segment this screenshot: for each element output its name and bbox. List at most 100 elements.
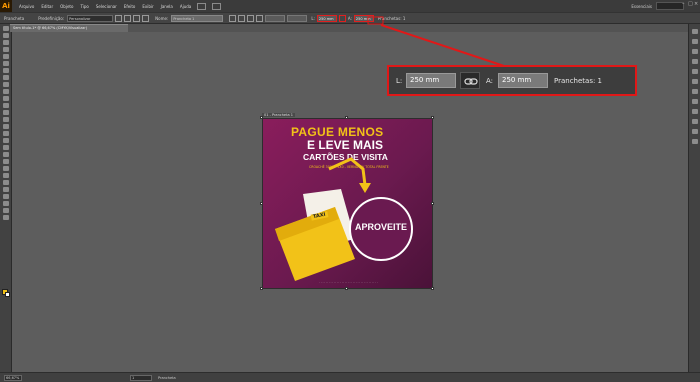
height-input[interactable]: 250 mm bbox=[353, 14, 374, 22]
blob-brush-tool-icon[interactable] bbox=[2, 96, 9, 101]
menu-editar[interactable]: Editar bbox=[41, 4, 53, 9]
column-graph-tool-icon[interactable] bbox=[2, 187, 9, 192]
x-input[interactable] bbox=[265, 14, 286, 22]
eraser-tool-icon[interactable] bbox=[2, 103, 9, 108]
hand-tool-icon[interactable] bbox=[2, 208, 9, 213]
color-guide-icon[interactable] bbox=[691, 39, 698, 44]
arrange-documents-icon[interactable] bbox=[212, 2, 222, 10]
transparency-icon[interactable] bbox=[691, 99, 698, 104]
artboards-icon[interactable] bbox=[691, 139, 698, 144]
preset-select[interactable]: Personalizar bbox=[67, 14, 114, 22]
menu-janela[interactable]: Janela bbox=[161, 4, 173, 9]
symbol-sprayer-tool-icon[interactable] bbox=[2, 180, 9, 185]
artboard-name-input[interactable]: Prancheta 1 bbox=[171, 14, 224, 22]
x-field-icon bbox=[256, 14, 264, 22]
free-transform-tool-icon[interactable] bbox=[2, 131, 9, 136]
blend-tool-icon[interactable] bbox=[2, 173, 9, 178]
menu-exibir[interactable]: Exibir bbox=[142, 4, 153, 9]
business-card-illustration bbox=[275, 157, 371, 281]
artboard-handle-bl[interactable] bbox=[260, 287, 263, 290]
app-logo: Ai bbox=[0, 0, 12, 12]
menu-selecionar[interactable]: Selecionar bbox=[96, 4, 117, 9]
mode-label: Prancheta bbox=[4, 15, 25, 21]
shape-builder-tool-icon[interactable] bbox=[2, 138, 9, 143]
width-tool-icon[interactable] bbox=[2, 124, 9, 129]
rotate-tool-icon[interactable] bbox=[2, 110, 9, 115]
document-tab[interactable]: Sem título-1* @ 66,67% (CMYK/Visualizar) bbox=[10, 24, 128, 32]
artboard-footer: . . . . . . . . . . . . . . . . . . . . … bbox=[319, 281, 378, 284]
callout-width-input[interactable]: 250 mm bbox=[406, 73, 456, 88]
portrait-icon[interactable] bbox=[115, 14, 123, 22]
gradient-tool-icon[interactable] bbox=[2, 159, 9, 164]
type-tool-icon[interactable] bbox=[2, 61, 9, 66]
scale-tool-icon[interactable] bbox=[2, 117, 9, 122]
line-tool-icon[interactable] bbox=[2, 68, 9, 73]
rectangle-tool-icon[interactable] bbox=[2, 75, 9, 80]
help-search-input[interactable] bbox=[656, 2, 684, 10]
callout-height-input[interactable]: 250 mm bbox=[498, 73, 548, 88]
callout-artboards-count: Pranchetas: 1 bbox=[554, 77, 603, 85]
menu-ajuda[interactable]: Ajuda bbox=[180, 4, 191, 9]
reference-point-icon[interactable] bbox=[247, 14, 255, 22]
maximize-icon[interactable]: □ bbox=[688, 1, 693, 9]
artboard-handle-b[interactable] bbox=[345, 287, 348, 290]
minimize-icon[interactable]: – bbox=[682, 1, 686, 9]
artboard-handle-l[interactable] bbox=[260, 202, 263, 205]
artboard-handle-r[interactable] bbox=[431, 202, 434, 205]
pen-tool-icon[interactable] bbox=[2, 54, 9, 59]
close-icon[interactable]: × bbox=[694, 1, 698, 9]
chain-link-icon[interactable] bbox=[460, 72, 480, 89]
perspective-grid-tool-icon[interactable] bbox=[2, 145, 9, 150]
control-bar: Prancheta Predefinição: Personalizar Nom… bbox=[0, 12, 700, 24]
callout-height-label: A: bbox=[486, 77, 494, 85]
paintbrush-tool-icon[interactable] bbox=[2, 82, 9, 87]
tools-panel bbox=[0, 24, 12, 372]
artboard-navigator[interactable]: 1 bbox=[130, 374, 152, 381]
zoom-level[interactable]: 66,67% bbox=[4, 374, 22, 381]
eyedropper-tool-icon[interactable] bbox=[2, 166, 9, 171]
magic-wand-tool-icon[interactable] bbox=[2, 40, 9, 45]
move-copy-icon[interactable] bbox=[229, 14, 237, 22]
width-label: L: bbox=[311, 15, 315, 21]
selection-tool-icon[interactable] bbox=[2, 26, 9, 31]
menu-objeto[interactable]: Objeto bbox=[60, 4, 73, 9]
new-artboard-icon[interactable] bbox=[133, 14, 141, 22]
stroke-icon[interactable] bbox=[691, 79, 698, 84]
gradient-icon[interactable] bbox=[691, 89, 698, 94]
width-input[interactable]: 250 mm bbox=[316, 14, 337, 22]
menu-efeito[interactable]: Efeito bbox=[124, 4, 136, 9]
direct-selection-tool-icon[interactable] bbox=[2, 33, 9, 38]
artboard-handle-tr[interactable] bbox=[431, 116, 434, 119]
pencil-tool-icon[interactable] bbox=[2, 89, 9, 94]
callout-width-label: L: bbox=[396, 77, 403, 85]
artboard-handle-br[interactable] bbox=[431, 287, 434, 290]
height-label: A: bbox=[347, 15, 352, 21]
y-input[interactable] bbox=[287, 14, 308, 22]
menu-tipo[interactable]: Tipo bbox=[80, 4, 88, 9]
lasso-tool-icon[interactable] bbox=[2, 47, 9, 52]
graphic-styles-icon[interactable] bbox=[691, 119, 698, 124]
zoom-tool-icon[interactable] bbox=[2, 215, 9, 220]
artboard-tool-icon[interactable] bbox=[2, 194, 9, 199]
menu-arquivo[interactable]: Arquivo bbox=[19, 4, 34, 9]
zoomed-size-callout: L: 250 mm A: 250 mm Pranchetas: 1 bbox=[387, 65, 637, 96]
artboard-handle-tl[interactable] bbox=[260, 116, 263, 119]
bridge-icon[interactable] bbox=[197, 2, 207, 10]
brushes-icon[interactable] bbox=[691, 59, 698, 64]
slice-tool-icon[interactable] bbox=[2, 201, 9, 206]
delete-artboard-icon[interactable] bbox=[142, 14, 150, 22]
appearance-icon[interactable] bbox=[691, 109, 698, 114]
stroke-color-swatch[interactable] bbox=[5, 292, 10, 297]
mesh-tool-icon[interactable] bbox=[2, 152, 9, 157]
workspace-switcher[interactable]: Essenciais bbox=[631, 4, 652, 9]
swatches-icon[interactable] bbox=[691, 49, 698, 54]
color-panel-icon[interactable] bbox=[691, 29, 698, 34]
symbols-icon[interactable] bbox=[691, 69, 698, 74]
layers-icon[interactable] bbox=[691, 129, 698, 134]
status-bar: 66,67% 1 Prancheta bbox=[0, 372, 700, 382]
artboard-handle-t[interactable] bbox=[345, 116, 348, 119]
artboard-options-icon[interactable] bbox=[238, 14, 246, 22]
artboard[interactable]: PAGUE MENOS E LEVE MAIS CARTÕES DE VISIT… bbox=[262, 118, 433, 289]
constrain-proportions-icon[interactable] bbox=[338, 14, 346, 22]
landscape-icon[interactable] bbox=[124, 14, 132, 22]
